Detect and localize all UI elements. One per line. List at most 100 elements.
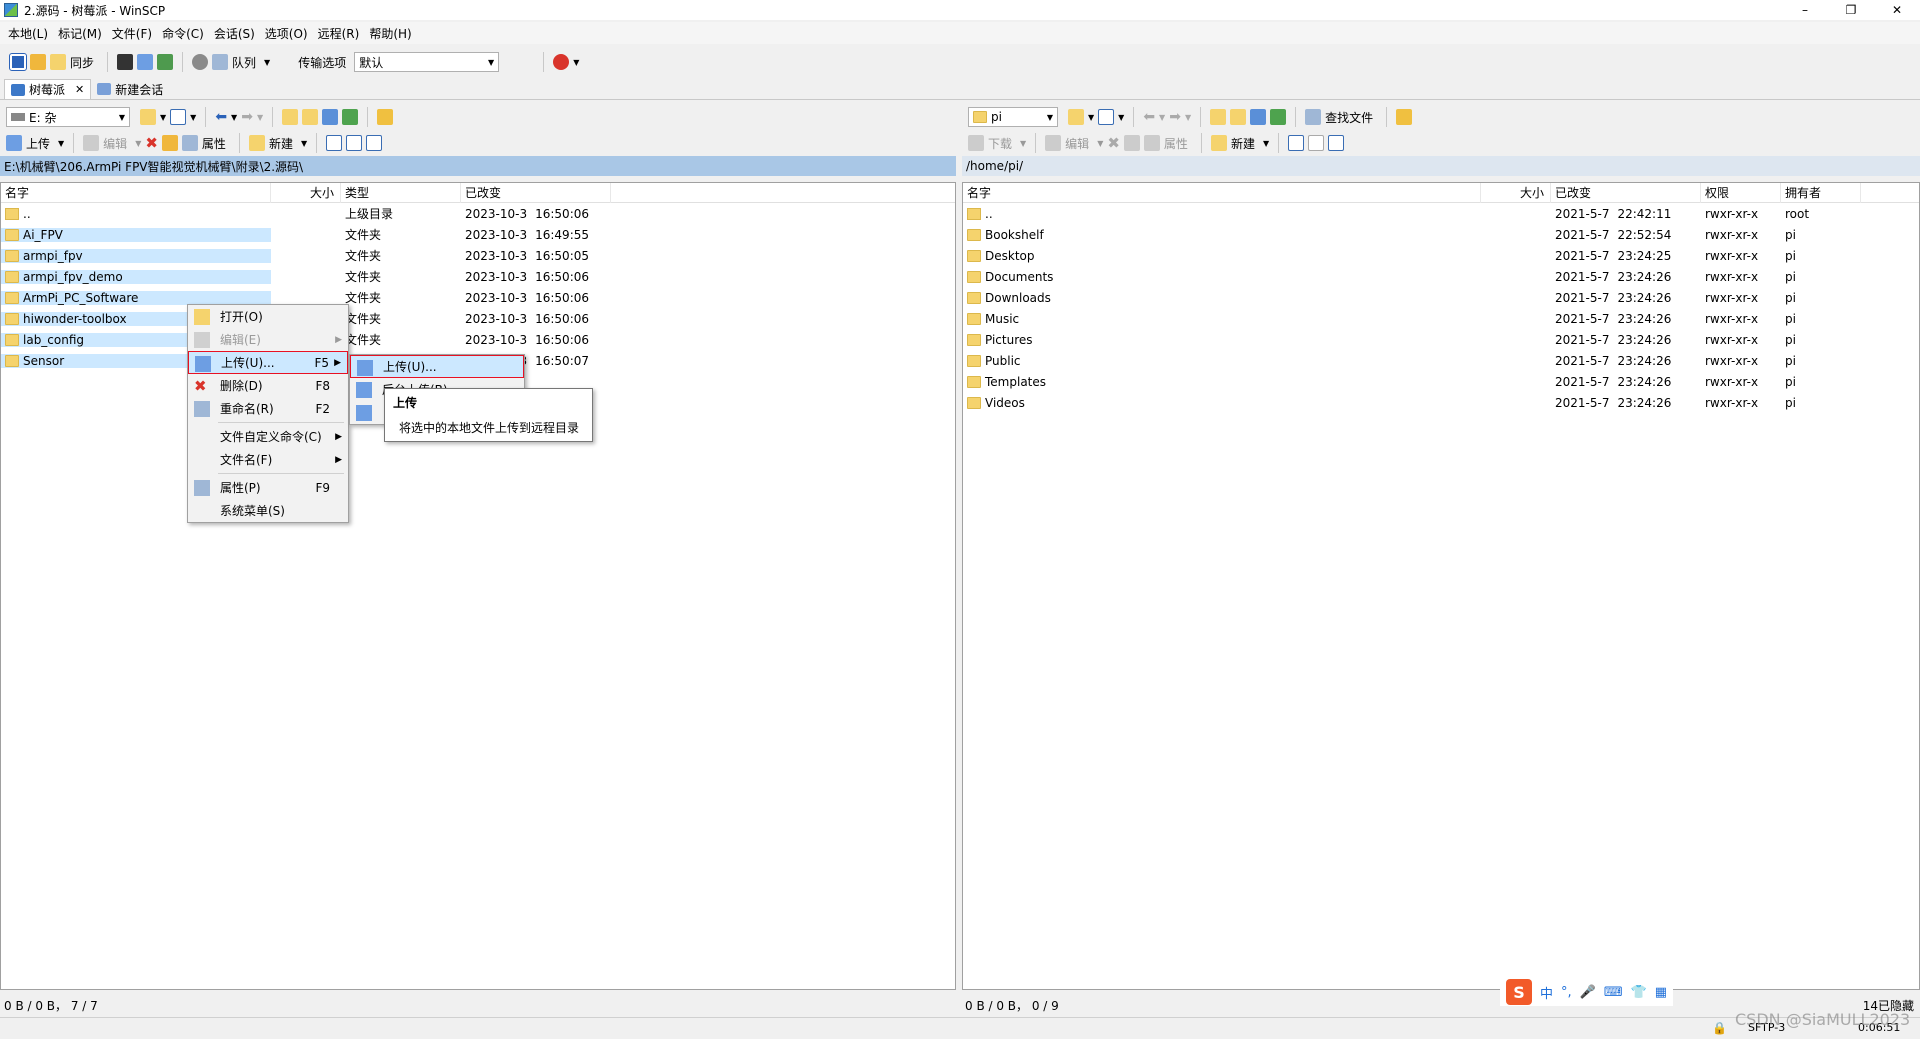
delete-icon[interactable]: ✖ bbox=[1107, 134, 1120, 152]
refresh-session-icon[interactable] bbox=[157, 54, 174, 70]
queue-button[interactable]: 队列 bbox=[232, 54, 256, 71]
tree-icon[interactable] bbox=[1396, 109, 1413, 125]
properties-button[interactable]: 属性 bbox=[1164, 135, 1188, 152]
menu-local[interactable]: 本地(L) bbox=[8, 25, 48, 42]
new-button[interactable]: 新建 bbox=[1231, 135, 1255, 152]
microphone-icon[interactable]: 🎤 bbox=[1580, 985, 1596, 1000]
transfer-options-select[interactable]: 默认 ▼ bbox=[354, 52, 500, 72]
chevron-down-icon[interactable]: ▼ bbox=[1118, 113, 1124, 122]
local-file-list[interactable]: 名字 大小 类型 已改变 ^ .. 上级目录 2023-10-3 16:50:06 Ai… bbox=[0, 182, 956, 990]
upload-button[interactable]: 上传 bbox=[26, 135, 50, 152]
column-type[interactable]: 类型 bbox=[341, 183, 461, 203]
download-button[interactable]: 下载 bbox=[988, 135, 1012, 152]
local-path-bar[interactable]: E:\机械臂\206.ArmPi FPV智能视觉机械臂\附录\2.源码\ bbox=[0, 156, 956, 176]
properties-icon[interactable] bbox=[181, 135, 198, 151]
close-icon[interactable]: ✕ bbox=[1874, 0, 1920, 20]
filter-select-icon[interactable] bbox=[1328, 135, 1345, 151]
menu-mark[interactable]: 标记(M) bbox=[58, 25, 102, 42]
remote-dir-select[interactable]: pi ▼ bbox=[968, 107, 1058, 127]
find-files-button[interactable]: 查找文件 bbox=[1325, 109, 1373, 126]
compare-directories-icon[interactable] bbox=[9, 53, 27, 71]
menu-item-delete[interactable]: ✖ 删除(D) F8 bbox=[188, 374, 348, 397]
filter-icon[interactable] bbox=[170, 109, 187, 125]
table-row[interactable]: Desktop 2021-5-7 23:24:25 rwxr-xr-x pi bbox=[963, 245, 1919, 266]
sync-button[interactable]: 同步 bbox=[70, 54, 94, 71]
edit-icon[interactable] bbox=[1045, 135, 1062, 151]
remote-file-list[interactable]: 名字 大小 已改变 权限 拥有者 ^ .. 2021-5-7 22:42:11 rwx… bbox=[962, 182, 1920, 990]
properties-icon[interactable] bbox=[1143, 135, 1160, 151]
download-icon[interactable] bbox=[968, 135, 984, 151]
menu-session[interactable]: 会话(S) bbox=[214, 25, 255, 42]
refresh-icon[interactable] bbox=[342, 109, 359, 125]
back-arrow-icon[interactable]: ⬅ bbox=[215, 109, 227, 125]
local-drive-select[interactable]: E: 杂 ▼ bbox=[6, 107, 130, 127]
new-folder-icon[interactable] bbox=[248, 135, 265, 151]
new-button[interactable]: 新建 bbox=[269, 135, 293, 152]
filter-select-icon[interactable] bbox=[366, 135, 383, 151]
chevron-down-icon[interactable]: ▼ bbox=[1263, 139, 1269, 148]
menu-item-rename[interactable]: 重命名(R) F2 bbox=[188, 397, 348, 420]
chevron-down-icon[interactable]: ▼ bbox=[264, 58, 270, 67]
column-size[interactable]: 大小 bbox=[271, 183, 341, 203]
chevron-down-icon[interactable]: ▼ bbox=[301, 139, 307, 148]
select-all-icon[interactable] bbox=[326, 135, 343, 151]
minimize-icon[interactable]: – bbox=[1782, 0, 1828, 20]
table-row[interactable]: Videos 2021-5-7 23:24:26 rwxr-xr-x pi bbox=[963, 392, 1919, 413]
menu-options[interactable]: 选项(O) bbox=[265, 25, 308, 42]
remote-path-bar[interactable]: /home/pi/ bbox=[962, 156, 1920, 176]
column-name[interactable]: 名字 bbox=[963, 183, 1481, 203]
submenu-item-upload[interactable]: 上传(U)... bbox=[350, 355, 524, 378]
chevron-down-icon[interactable]: ▼ bbox=[190, 113, 196, 122]
ime-chinese-mode[interactable]: 中 bbox=[1540, 983, 1553, 1002]
table-row[interactable]: lab_config 文件夹 2023-10-3 16:50:06 bbox=[1, 329, 955, 350]
chevron-down-icon[interactable]: ▼ bbox=[573, 58, 579, 67]
home-icon[interactable] bbox=[322, 109, 339, 125]
delete-icon[interactable]: ✖ bbox=[145, 134, 158, 152]
terminal-icon[interactable] bbox=[117, 54, 134, 70]
table-row[interactable]: Public 2021-5-7 23:24:26 rwxr-xr-x pi bbox=[963, 350, 1919, 371]
new-folder-icon[interactable] bbox=[1210, 135, 1227, 151]
synchronize-browsing-icon[interactable] bbox=[30, 54, 46, 70]
chevron-down-icon[interactable]: ▼ bbox=[257, 113, 263, 122]
back-arrow-icon[interactable]: ⬅ bbox=[1143, 109, 1155, 125]
menu-item-custom-commands[interactable]: 文件自定义命令(C) ▶ bbox=[188, 425, 348, 448]
restore-icon[interactable]: ❐ bbox=[1828, 0, 1874, 20]
edit-button[interactable]: 编辑 bbox=[103, 135, 127, 152]
filter-icon[interactable] bbox=[1098, 109, 1115, 125]
menu-item-system-menu[interactable]: 系统菜单(S) bbox=[188, 499, 348, 522]
parent-directory-row[interactable]: .. 2021-5-7 22:42:11 rwxr-xr-x root bbox=[963, 203, 1919, 224]
table-row[interactable]: Documents 2021-5-7 23:24:26 rwxr-xr-x pi bbox=[963, 266, 1919, 287]
putty-icon[interactable] bbox=[137, 54, 154, 70]
table-row[interactable]: hiwonder-toolbox 文件夹 2023-10-3 16:50:06 bbox=[1, 308, 955, 329]
table-row[interactable]: armpi_fpv_demo 文件夹 2023-10-3 16:50:06 bbox=[1, 266, 955, 287]
chevron-down-icon[interactable]: ▼ bbox=[1185, 113, 1191, 122]
chevron-down-icon[interactable]: ▼ bbox=[135, 139, 141, 148]
toolbox-icon[interactable]: ▦ bbox=[1655, 985, 1667, 1000]
parent-directory-row[interactable]: .. 上级目录 2023-10-3 16:50:06 bbox=[1, 203, 955, 224]
parent-directory-icon[interactable] bbox=[1210, 109, 1227, 125]
table-row[interactable]: Bookshelf 2021-5-7 22:52:54 rwxr-xr-x pi bbox=[963, 224, 1919, 245]
chevron-down-icon[interactable]: ▼ bbox=[1097, 139, 1103, 148]
table-row[interactable]: ArmPi_PC_Software 文件夹 2023-10-3 16:50:06 bbox=[1, 287, 955, 308]
upload-icon[interactable] bbox=[6, 135, 22, 151]
tree-icon[interactable] bbox=[377, 109, 394, 125]
keyboard-icon[interactable]: ⌨ bbox=[1604, 985, 1623, 1000]
unselect-icon[interactable] bbox=[346, 135, 363, 151]
column-permissions[interactable]: 权限 bbox=[1701, 183, 1781, 203]
column-changed[interactable]: 已改变 bbox=[1551, 183, 1701, 203]
table-row[interactable]: Templates 2021-5-7 23:24:26 rwxr-xr-x pi bbox=[963, 371, 1919, 392]
menu-remote[interactable]: 远程(R) bbox=[318, 25, 360, 42]
open-folder-icon[interactable] bbox=[1068, 109, 1084, 125]
chevron-down-icon[interactable]: ▼ bbox=[1159, 113, 1165, 122]
table-row[interactable]: armpi_fpv 文件夹 2023-10-3 16:50:05 bbox=[1, 245, 955, 266]
column-size[interactable]: 大小 bbox=[1481, 183, 1551, 203]
disconnect-icon[interactable] bbox=[553, 54, 570, 70]
unselect-icon[interactable] bbox=[1308, 135, 1325, 151]
table-row[interactable]: Pictures 2021-5-7 23:24:26 rwxr-xr-x pi bbox=[963, 329, 1919, 350]
tab-raspberry-pi[interactable]: 树莓派 ✕ bbox=[4, 79, 92, 99]
tab-new-session[interactable]: 新建会话 bbox=[91, 79, 169, 99]
close-icon[interactable]: ✕ bbox=[75, 83, 84, 96]
menu-help[interactable]: 帮助(H) bbox=[369, 25, 411, 42]
skin-icon[interactable]: 👕 bbox=[1631, 985, 1647, 1000]
queue-icon[interactable] bbox=[212, 54, 229, 70]
